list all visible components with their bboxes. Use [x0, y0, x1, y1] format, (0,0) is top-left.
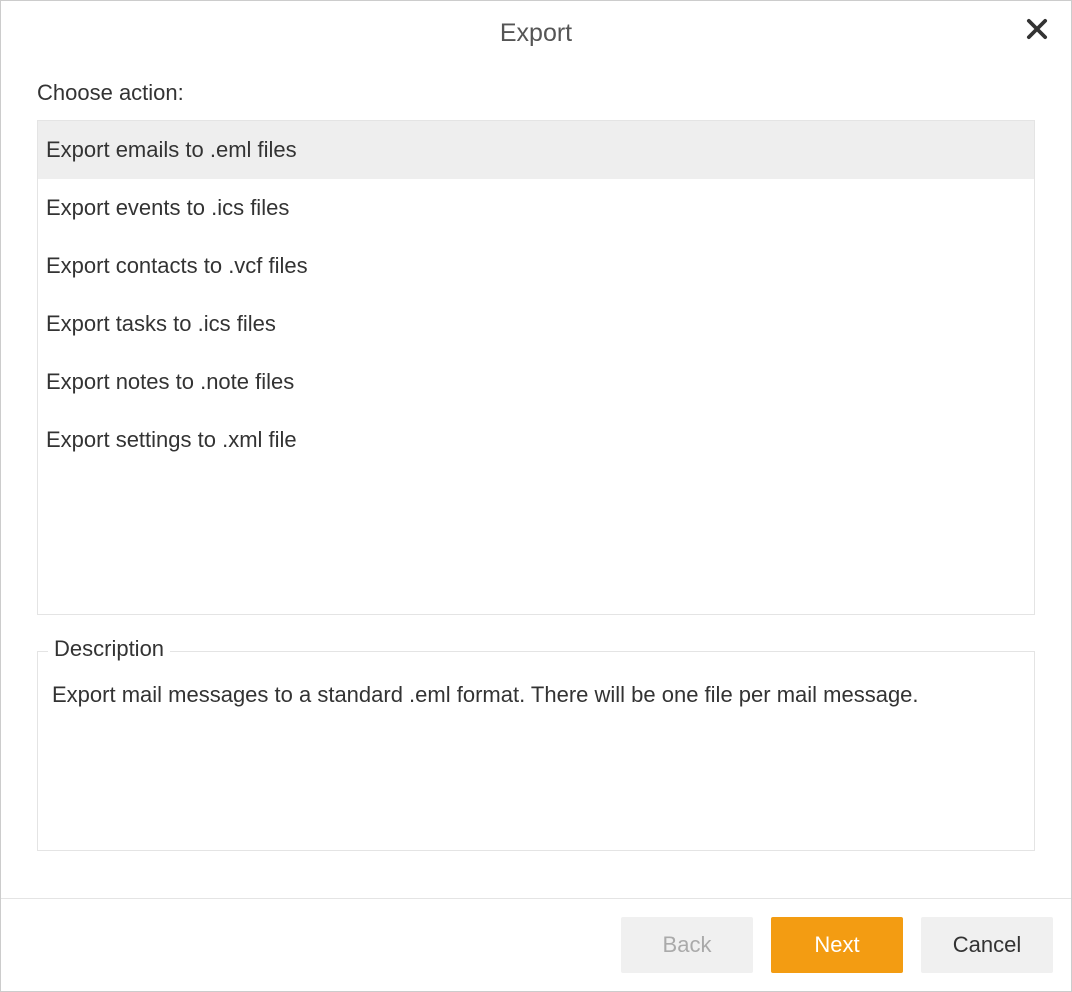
action-item-label: Export contacts to .vcf files: [46, 253, 308, 278]
action-item-export-events[interactable]: Export events to .ics files: [38, 179, 1034, 237]
dialog-footer: Back Next Cancel: [1, 898, 1071, 991]
action-item-export-notes[interactable]: Export notes to .note files: [38, 353, 1034, 411]
dialog-header: Export: [1, 1, 1071, 62]
dialog-content: Choose action: Export emails to .eml fil…: [1, 62, 1071, 898]
description-box: Description Export mail messages to a st…: [37, 651, 1035, 851]
action-item-label: Export events to .ics files: [46, 195, 289, 220]
description-legend: Description: [48, 636, 170, 662]
close-icon[interactable]: [1023, 15, 1051, 43]
action-item-label: Export emails to .eml files: [46, 137, 297, 162]
description-text: Export mail messages to a standard .eml …: [52, 680, 1020, 711]
next-button[interactable]: Next: [771, 917, 903, 973]
action-item-export-emails[interactable]: Export emails to .eml files: [38, 121, 1034, 179]
action-item-export-settings[interactable]: Export settings to .xml file: [38, 411, 1034, 469]
action-item-label: Export notes to .note files: [46, 369, 294, 394]
action-item-export-contacts[interactable]: Export contacts to .vcf files: [38, 237, 1034, 295]
action-item-label: Export tasks to .ics files: [46, 311, 276, 336]
export-dialog: Export Choose action: Export emails to .…: [0, 0, 1072, 992]
action-list: Export emails to .eml files Export event…: [37, 120, 1035, 615]
action-item-label: Export settings to .xml file: [46, 427, 297, 452]
dialog-title: Export: [1, 19, 1071, 48]
action-item-export-tasks[interactable]: Export tasks to .ics files: [38, 295, 1034, 353]
cancel-button[interactable]: Cancel: [921, 917, 1053, 973]
choose-action-label: Choose action:: [37, 80, 1035, 106]
back-button[interactable]: Back: [621, 917, 753, 973]
